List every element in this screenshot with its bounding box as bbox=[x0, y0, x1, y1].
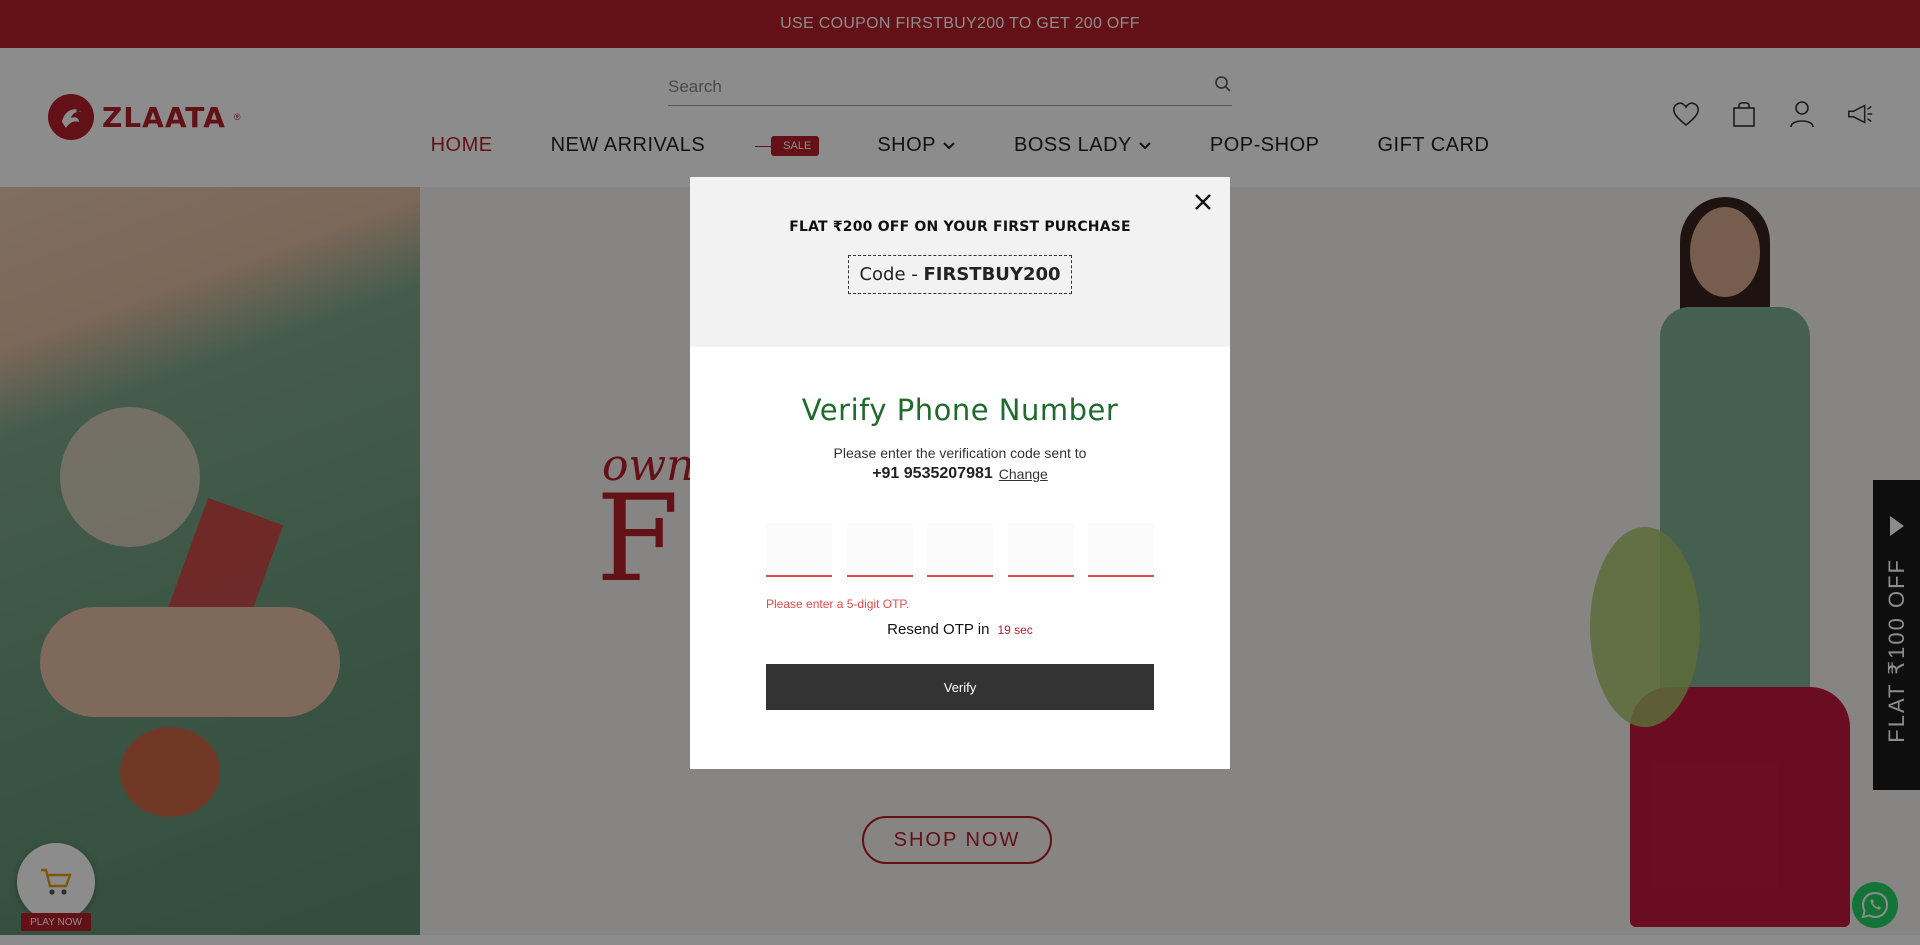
otp-digit-5[interactable] bbox=[1088, 523, 1154, 577]
change-link[interactable]: Change bbox=[999, 466, 1048, 482]
promo-code-value: FIRSTBUY200 bbox=[923, 264, 1061, 285]
promo-code-box[interactable]: Code - FIRSTBUY200 bbox=[848, 255, 1072, 294]
otp-error-message: Please enter a 5-digit OTP. bbox=[766, 597, 910, 611]
otp-digit-4[interactable] bbox=[1007, 523, 1074, 577]
otp-digit-1[interactable] bbox=[766, 523, 832, 577]
promo-section: FLAT ₹200 OFF ON YOUR FIRST PURCHASE Cod… bbox=[690, 177, 1230, 347]
close-icon[interactable] bbox=[1190, 189, 1216, 215]
phone-line: +91 9535207981 Change bbox=[872, 465, 1048, 483]
promo-title: FLAT ₹200 OFF ON YOUR FIRST PURCHASE bbox=[789, 219, 1131, 235]
otp-digit-2[interactable] bbox=[846, 523, 913, 577]
verify-button[interactable]: Verify bbox=[766, 664, 1154, 710]
promo-code-prefix: Code - bbox=[859, 264, 924, 285]
otp-digit-3[interactable] bbox=[927, 523, 993, 577]
resend-otp-row: Resend OTP in 19 sec bbox=[887, 621, 1033, 638]
otp-inputs bbox=[766, 523, 1154, 577]
verify-subtitle: Please enter the verification code sent … bbox=[833, 445, 1087, 461]
phone-number: +91 9535207981 bbox=[872, 465, 993, 482]
resend-timer: 19 sec bbox=[997, 623, 1033, 637]
resend-label: Resend OTP in bbox=[887, 621, 990, 638]
verify-section: Verify Phone Number Please enter the ver… bbox=[690, 347, 1230, 710]
verify-title: Verify Phone Number bbox=[801, 393, 1119, 427]
otp-verification-modal: FLAT ₹200 OFF ON YOUR FIRST PURCHASE Cod… bbox=[690, 177, 1230, 769]
